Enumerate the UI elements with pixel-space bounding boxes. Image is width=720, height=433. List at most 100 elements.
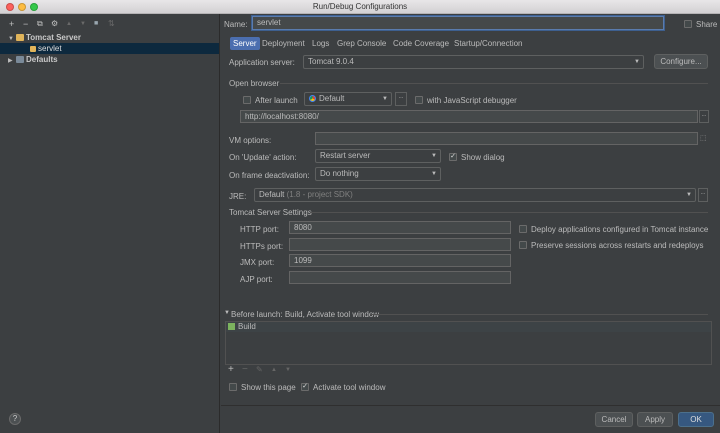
jre-label: JRE: <box>229 192 247 201</box>
on-update-select[interactable]: Restart server ▼ <box>315 149 441 163</box>
configurations-sidebar <box>0 14 220 433</box>
add-task-icon[interactable]: + <box>228 364 234 375</box>
folder-icon[interactable]: ■ <box>94 18 98 30</box>
minimize-window-button[interactable] <box>18 3 26 11</box>
before-launch-item-build[interactable]: Build <box>226 322 711 332</box>
copy-icon[interactable]: ⧉ <box>37 18 43 30</box>
help-button[interactable]: ? <box>9 413 21 425</box>
remove-icon[interactable]: − <box>23 18 28 30</box>
expand-icon[interactable]: ⬚ <box>700 134 707 142</box>
preserve-sessions-checkbox[interactable] <box>519 241 527 249</box>
tab-grep-console[interactable]: Grep Console <box>334 37 389 50</box>
ajp-port-field[interactable] <box>289 271 511 284</box>
jre-value: Default <box>259 190 285 199</box>
on-update-label: On 'Update' action: <box>229 153 297 162</box>
js-debugger-checkbox[interactable] <box>415 96 423 104</box>
chevron-down-icon: ▼ <box>382 96 388 102</box>
chevron-down-icon: ▼ <box>431 153 437 159</box>
jre-select[interactable]: Default (1.8 - project SDK) ▼ <box>254 188 696 202</box>
remove-task-icon[interactable]: − <box>242 364 248 375</box>
app-server-value: Tomcat 9.0.4 <box>308 57 354 66</box>
settings-icon[interactable]: ⚙ <box>51 18 58 30</box>
deploy-apps-checkbox[interactable] <box>519 225 527 233</box>
bottom-divider <box>221 405 720 406</box>
on-frame-label: On frame deactivation: <box>229 171 310 180</box>
tree-label: servlet <box>38 44 62 53</box>
js-debugger-label: with JavaScript debugger <box>427 96 517 105</box>
browser-value: Default <box>319 94 345 103</box>
preserve-sessions-label: Preserve sessions across restarts and re… <box>531 241 704 250</box>
ajp-port-label: AJP port: <box>240 275 273 284</box>
tree-node-defaults[interactable]: ▶ Defaults <box>0 54 219 65</box>
jmx-port-label: JMX port: <box>240 258 275 267</box>
show-dialog-checkbox[interactable]: ✓ <box>449 153 457 161</box>
jre-more-button[interactable]: ... <box>698 188 708 202</box>
tree-label: Tomcat Server <box>26 33 81 42</box>
tomcat-settings-section-label: Tomcat Server Settings <box>229 208 312 217</box>
https-port-field[interactable] <box>289 238 511 251</box>
url-more-button[interactable]: ... <box>699 110 709 123</box>
tab-code-coverage[interactable]: Code Coverage <box>390 37 452 50</box>
deploy-apps-label: Deploy applications configured in Tomcat… <box>531 225 709 234</box>
open-browser-section-label: Open browser <box>229 79 280 88</box>
http-port-field[interactable]: 8080 <box>289 221 511 234</box>
collapse-arrow-icon[interactable]: ▶ <box>8 56 16 67</box>
browser-select[interactable]: Default ▼ <box>304 92 392 106</box>
name-field[interactable]: servlet <box>252 16 664 30</box>
tab-deployment[interactable]: Deployment <box>259 37 308 50</box>
chevron-down-icon: ▼ <box>686 192 692 198</box>
show-page-label: Show this page <box>241 383 296 392</box>
app-server-label: Application server: <box>229 58 295 67</box>
sort-icon[interactable]: ⇅ <box>108 18 115 30</box>
zoom-window-button[interactable] <box>30 3 38 11</box>
vm-options-label: VM options: <box>229 136 272 145</box>
https-port-label: HTTPs port: <box>240 242 284 251</box>
share-label: Share <box>696 20 718 29</box>
cancel-button[interactable]: Cancel <box>595 412 633 427</box>
vm-options-field[interactable] <box>315 132 698 145</box>
edit-task-icon[interactable]: ✎ <box>256 365 263 374</box>
move-down-icon[interactable]: ▼ <box>80 18 86 30</box>
window-title: Run/Debug Configurations <box>312 2 408 11</box>
move-task-up-icon[interactable]: ▲ <box>271 367 277 373</box>
add-icon[interactable]: + <box>9 18 14 30</box>
on-frame-select[interactable]: Do nothing ▼ <box>315 167 441 181</box>
show-page-checkbox[interactable] <box>229 383 237 391</box>
after-launch-checkbox[interactable] <box>243 96 251 104</box>
tab-logs[interactable]: Logs <box>309 37 332 50</box>
http-port-label: HTTP port: <box>240 225 279 234</box>
url-field[interactable]: http://localhost:8080/ <box>240 110 698 123</box>
before-launch-collapse-icon[interactable]: ▼ <box>224 310 230 316</box>
section-divider <box>280 83 708 84</box>
tab-startup-connection[interactable]: Startup/Connection <box>451 37 526 50</box>
configure-button[interactable]: Configure... <box>654 54 708 69</box>
app-server-select[interactable]: Tomcat 9.0.4 ▼ <box>303 55 644 69</box>
apply-button[interactable]: Apply <box>637 412 673 427</box>
before-launch-item-label: Build <box>238 322 256 331</box>
tree-node-tomcat-server[interactable]: ▼ Tomcat Server <box>0 32 219 43</box>
chrome-icon <box>309 95 316 102</box>
share-checkbox[interactable] <box>684 20 692 28</box>
browser-more-button[interactable]: ... <box>395 92 407 106</box>
activate-tool-window-checkbox[interactable]: ✓ <box>301 383 309 391</box>
activate-tool-window-label: Activate tool window <box>313 383 386 392</box>
after-launch-label: After launch <box>255 96 298 105</box>
tree-label: Defaults <box>26 55 58 64</box>
on-frame-value: Do nothing <box>320 169 359 178</box>
chevron-down-icon: ▼ <box>431 171 437 177</box>
before-launch-header: Before launch: Build, Activate tool wind… <box>231 310 380 319</box>
on-update-value: Restart server <box>320 151 371 160</box>
ok-button[interactable]: OK <box>678 412 714 427</box>
tab-server[interactable]: Server <box>230 37 260 50</box>
tomcat-icon <box>16 34 24 41</box>
jmx-port-field[interactable]: 1099 <box>289 254 511 267</box>
move-task-down-icon[interactable]: ▼ <box>285 367 291 373</box>
move-up-icon[interactable]: ▲ <box>66 18 72 30</box>
close-window-button[interactable] <box>6 3 14 11</box>
tree-node-servlet[interactable]: servlet <box>0 43 219 54</box>
chevron-down-icon: ▼ <box>634 59 640 65</box>
defaults-icon <box>16 56 24 63</box>
tomcat-icon <box>30 46 36 52</box>
build-icon <box>228 323 235 330</box>
jre-hint: (1.8 - project SDK) <box>286 190 353 199</box>
